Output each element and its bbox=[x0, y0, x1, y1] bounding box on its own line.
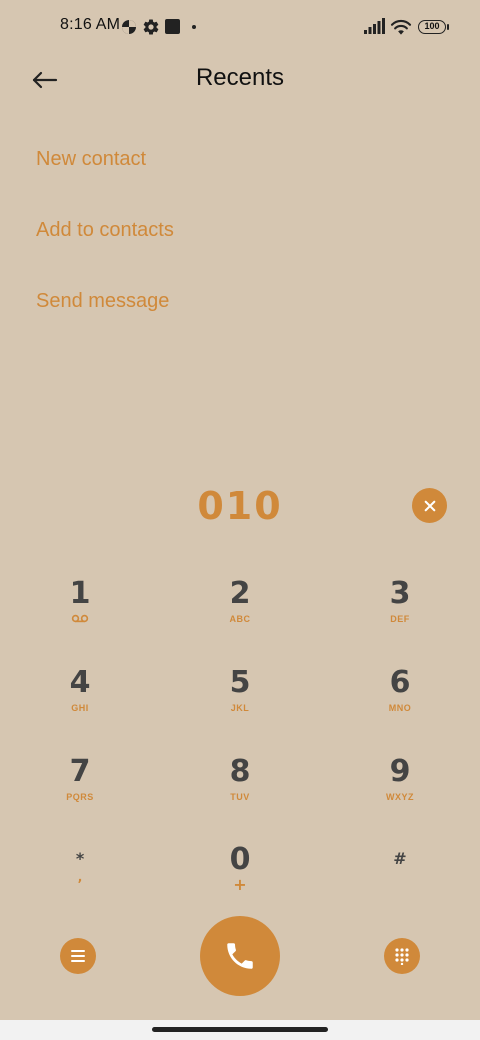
menu-button[interactable] bbox=[60, 938, 96, 974]
key-8[interactable]: 8 TUV bbox=[180, 754, 300, 834]
key-2[interactable]: 2 ABC bbox=[180, 576, 300, 656]
key-digit: 5 bbox=[229, 665, 251, 700]
signal-icon bbox=[364, 18, 385, 34]
key-letters: TUV bbox=[230, 792, 250, 802]
call-button[interactable] bbox=[200, 916, 280, 996]
key-hash[interactable]: # bbox=[340, 842, 460, 922]
gear-icon bbox=[143, 19, 159, 35]
key-0[interactable]: 0 + bbox=[180, 842, 300, 922]
key-digit: 4 bbox=[69, 665, 91, 700]
key-digit: * bbox=[75, 849, 85, 868]
dialed-number: 010 bbox=[197, 484, 283, 528]
key-digit: 0 bbox=[229, 842, 251, 877]
key-letters: MNO bbox=[388, 703, 412, 713]
clear-button[interactable] bbox=[412, 488, 447, 523]
key-letters: JKL bbox=[230, 703, 250, 713]
key-letters: ABC bbox=[229, 614, 251, 624]
battery-icon: 100 bbox=[418, 20, 449, 34]
dialpad-button[interactable] bbox=[384, 938, 420, 974]
square-icon bbox=[165, 19, 180, 34]
key-digit: 7 bbox=[69, 754, 91, 789]
new-contact-button[interactable]: New contact bbox=[36, 148, 146, 171]
key-1[interactable]: 1 bbox=[20, 576, 140, 656]
send-message-button[interactable]: Send message bbox=[36, 290, 169, 313]
page-title: Recents bbox=[195, 64, 285, 91]
key-4[interactable]: 4 GHI bbox=[20, 665, 140, 745]
key-letters: , bbox=[77, 870, 83, 884]
key-digit: 2 bbox=[229, 576, 251, 611]
key-star[interactable]: * , bbox=[20, 842, 140, 922]
key-digit: 8 bbox=[229, 754, 251, 789]
home-indicator[interactable] bbox=[152, 1027, 328, 1032]
notification-dot bbox=[192, 25, 196, 29]
menu-icon bbox=[71, 950, 85, 962]
key-letters: WXYZ bbox=[386, 792, 414, 802]
dialpad-icon bbox=[395, 948, 409, 965]
add-to-contacts-button[interactable]: Add to contacts bbox=[36, 219, 174, 242]
close-icon bbox=[424, 500, 435, 511]
key-digit: # bbox=[393, 849, 407, 868]
key-7[interactable]: 7 PQRS bbox=[20, 754, 140, 834]
status-time: 8:16 AM bbox=[60, 16, 121, 33]
status-bar: 8:16 AM 100 bbox=[0, 0, 480, 56]
key-3[interactable]: 3 DEF bbox=[340, 576, 460, 656]
key-9[interactable]: 9 WXYZ bbox=[340, 754, 460, 834]
pinwheel-icon bbox=[122, 20, 136, 34]
key-digit: 3 bbox=[389, 576, 411, 611]
key-6[interactable]: 6 MNO bbox=[340, 665, 460, 745]
phone-icon bbox=[227, 943, 253, 969]
key-5[interactable]: 5 JKL bbox=[180, 665, 300, 745]
voicemail-icon bbox=[71, 614, 89, 623]
key-digit: 9 bbox=[389, 754, 411, 789]
key-letters: DEF bbox=[390, 614, 410, 624]
key-digit: 6 bbox=[389, 665, 411, 700]
wifi-icon bbox=[390, 19, 412, 35]
key-digit: 1 bbox=[69, 576, 91, 611]
key-letters: + bbox=[233, 875, 247, 894]
key-letters: GHI bbox=[71, 703, 89, 713]
key-letters: PQRS bbox=[66, 792, 94, 802]
